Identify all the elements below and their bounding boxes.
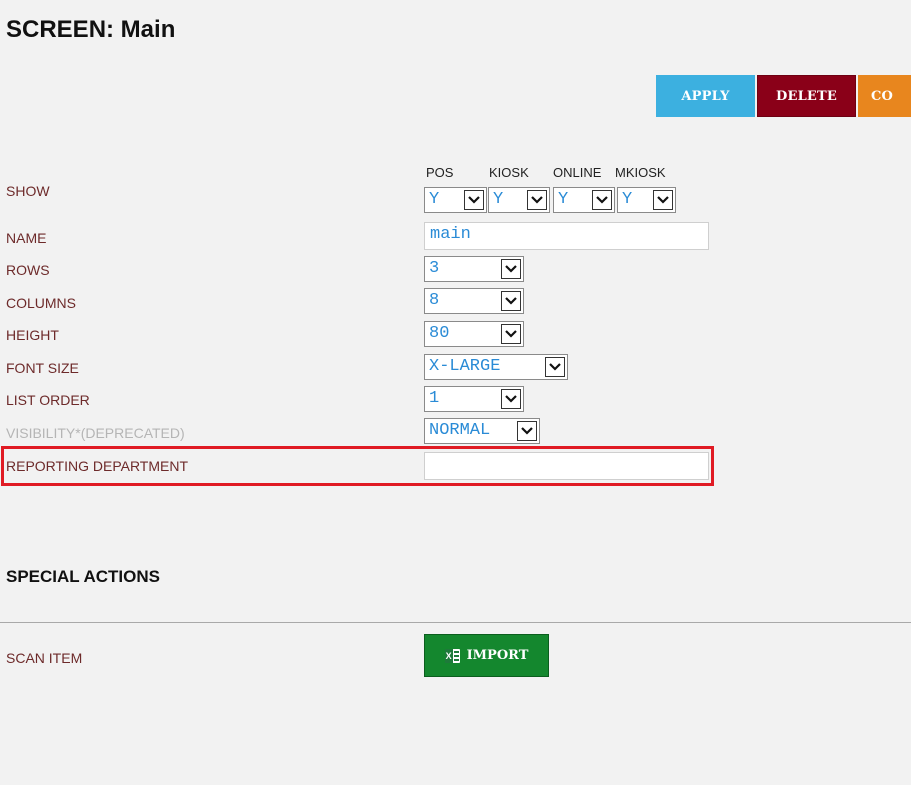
import-button[interactable]: X IMPORT xyxy=(424,634,549,677)
name-input[interactable]: main xyxy=(424,222,709,250)
list-order-select[interactable]: 1 xyxy=(424,386,524,412)
show-online-value: Y xyxy=(558,190,569,209)
copy-button[interactable]: CO xyxy=(858,75,911,117)
chevron-down-icon xyxy=(653,190,673,210)
chevron-down-icon xyxy=(517,421,537,441)
font-size-select[interactable]: X-LARGE xyxy=(424,354,568,380)
show-pos-value: Y xyxy=(429,190,440,209)
show-mkiosk-value: Y xyxy=(622,190,633,209)
list-order-value: 1 xyxy=(429,389,440,408)
col-header-mkiosk: MKIOSK xyxy=(615,165,666,180)
section-divider xyxy=(0,622,911,623)
col-header-kiosk: KIOSK xyxy=(489,165,529,180)
rows-value: 3 xyxy=(429,259,440,278)
height-value: 80 xyxy=(429,324,450,343)
height-select[interactable]: 80 xyxy=(424,321,524,347)
show-pos-select[interactable]: Y xyxy=(424,187,487,213)
col-header-online: ONLINE xyxy=(553,165,602,180)
columns-select[interactable]: 8 xyxy=(424,288,524,314)
visibility-select[interactable]: NORMAL xyxy=(424,418,540,444)
chevron-down-icon xyxy=(501,324,521,344)
delete-button-label: DELETE xyxy=(775,88,837,104)
chevron-down-icon xyxy=(464,190,484,210)
import-button-label: IMPORT xyxy=(466,648,529,663)
chevron-down-icon xyxy=(592,190,612,210)
col-header-pos: POS xyxy=(426,165,454,180)
show-mkiosk-select[interactable]: Y xyxy=(617,187,676,213)
scan-item-label: SCAN ITEM xyxy=(6,650,83,666)
visibility-label: VISIBILITY*(DEPRECATED) xyxy=(6,425,185,441)
page-title: SCREEN: Main xyxy=(6,16,176,43)
columns-label: COLUMNS xyxy=(6,295,77,311)
chevron-down-icon xyxy=(545,357,565,377)
show-online-select[interactable]: Y xyxy=(553,187,615,213)
show-label: SHOW xyxy=(6,183,50,199)
rows-label: ROWS xyxy=(6,262,50,278)
delete-button[interactable]: DELETE xyxy=(757,75,856,117)
chevron-down-icon xyxy=(501,259,521,279)
show-kiosk-value: Y xyxy=(493,190,504,209)
font-size-label: FONT SIZE xyxy=(6,360,79,376)
chevron-down-icon xyxy=(501,291,521,311)
chevron-down-icon xyxy=(527,190,547,210)
list-order-label: LIST ORDER xyxy=(6,392,90,408)
chevron-down-icon xyxy=(501,389,521,409)
show-kiosk-select[interactable]: Y xyxy=(488,187,550,213)
apply-button[interactable]: APPLY xyxy=(656,75,755,117)
rows-select[interactable]: 3 xyxy=(424,256,524,282)
copy-button-label: CO xyxy=(871,88,894,104)
name-label: NAME xyxy=(6,230,47,246)
height-label: HEIGHT xyxy=(6,327,59,343)
special-actions-heading: SPECIAL ACTIONS xyxy=(6,567,160,586)
apply-button-label: APPLY xyxy=(681,88,730,104)
visibility-value: NORMAL xyxy=(429,421,491,440)
highlight-box xyxy=(1,446,714,486)
font-size-value: X-LARGE xyxy=(429,357,501,376)
excel-icon: X xyxy=(444,648,460,663)
columns-value: 8 xyxy=(429,291,440,310)
